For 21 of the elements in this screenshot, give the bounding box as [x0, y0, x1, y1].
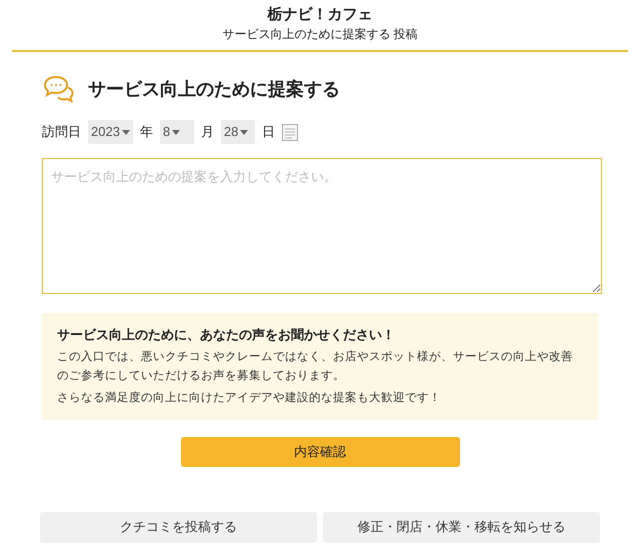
date-select[interactable]: 8: [160, 120, 194, 144]
chat-bubbles-icon: [42, 74, 76, 104]
notice-title: サービス向上のために、あなたの声をお聞かせください！: [57, 326, 396, 344]
date-unit: 月: [200, 123, 214, 142]
notice-text: さらなる満足度の向上に向けたアイデアや建設的な提案も大歓迎です！: [57, 390, 442, 406]
caret-icon: [122, 130, 130, 134]
section-heading: サービス向上のために提案する: [88, 78, 340, 101]
suggestion-field[interactable]: サービス向上のための提案を入力してください。: [42, 158, 602, 294]
site-title: 栃ナビ！カフェ: [268, 5, 372, 25]
notice-text: この入口では、悪いクチコミやクレームではなく、お店やスポット様が、サービスの向上や改善のご参考にしていただけるお声を募集しております。: [57, 349, 574, 384]
date-select[interactable]: 28: [220, 120, 255, 144]
page-subtitle: サービス向上のために提案する 投稿: [222, 26, 418, 42]
caret-icon: [240, 130, 248, 134]
date-select[interactable]: 2023: [88, 120, 133, 144]
date-unit: 日: [262, 123, 275, 142]
confirm-button[interactable]: 内容確認: [180, 436, 460, 466]
footer-button[interactable]: クチコミを投稿する: [40, 512, 317, 542]
footer-button[interactable]: 修正・閉店・休業・移転を知らせる: [323, 512, 600, 542]
caret-icon: [172, 130, 180, 134]
visit-date-label: 訪問日: [42, 123, 81, 142]
date-unit: 年: [140, 123, 153, 142]
